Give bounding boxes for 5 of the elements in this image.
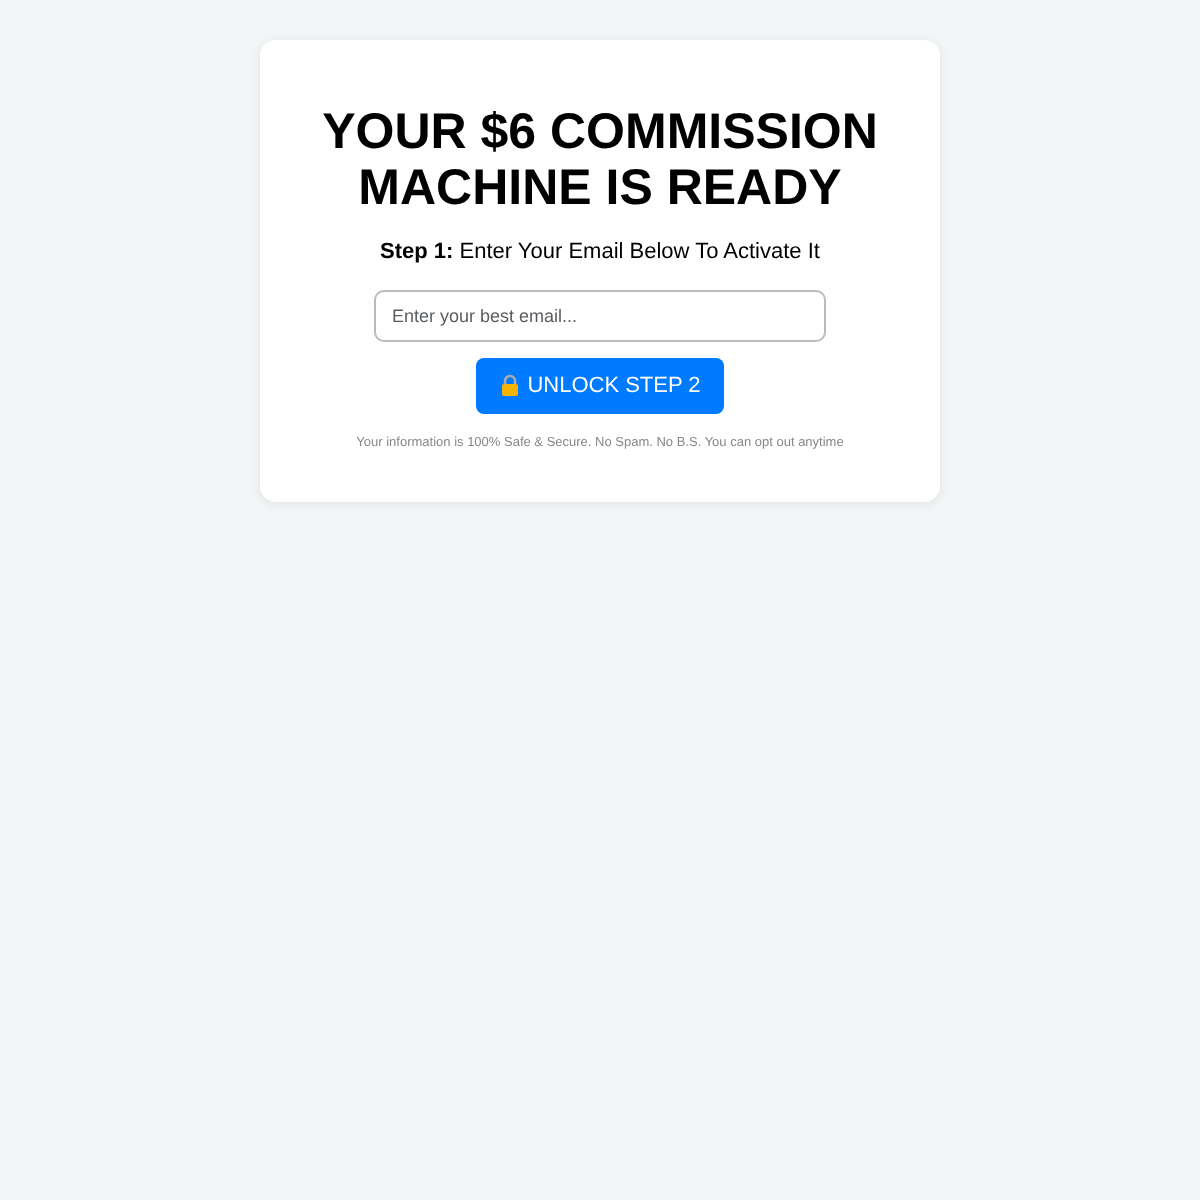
headline: YOUR $6 COMMISSION MACHINE IS READY (320, 104, 880, 216)
unlock-button[interactable]: UNLOCK STEP 2 (475, 357, 725, 414)
lock-icon (499, 374, 520, 397)
subheading: Step 1: Enter Your Email Below To Activate It (378, 238, 822, 268)
email-field[interactable]: Enter your best email... (374, 289, 826, 341)
